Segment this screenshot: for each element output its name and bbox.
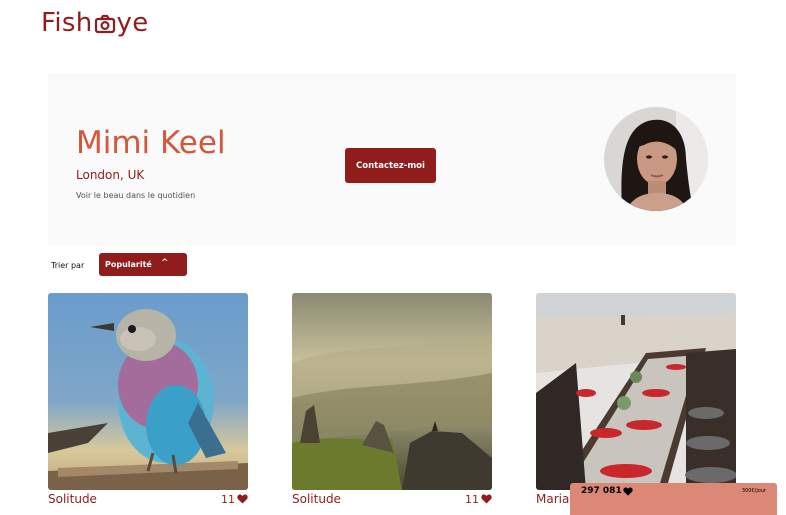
photographer-name: Mimi Keel	[76, 125, 226, 161]
logo-text-ye: ye	[116, 8, 149, 38]
contact-button[interactable]: Contactez-moi	[345, 148, 436, 183]
media-title: Solitude	[292, 492, 341, 506]
heart-icon	[623, 486, 633, 496]
stats-bar: 297 081 300€/jour	[570, 483, 777, 515]
heart-icon[interactable]	[481, 494, 492, 504]
media-likes: 11	[465, 493, 492, 506]
avatar	[604, 107, 708, 211]
total-likes: 297 081	[581, 486, 633, 496]
fisheye-logo[interactable]: Fish ye	[41, 8, 149, 38]
chevron-up-icon: ^	[161, 258, 169, 268]
sort-selected-value: Popularité	[105, 260, 152, 269]
photographer-header: Mimi Keel London, UK Voir le beau dans l…	[48, 73, 736, 245]
media-title: Solitude	[48, 492, 97, 506]
media-likes-count: 11	[465, 492, 479, 506]
heart-icon[interactable]	[237, 494, 248, 504]
media-card[interactable]: Mariag	[536, 293, 736, 506]
media-likes-count: 11	[221, 492, 235, 506]
sort-label: Trier par	[51, 261, 85, 270]
photographer-location: London, UK	[76, 168, 145, 182]
camera-icon	[94, 11, 116, 35]
media-card[interactable]: Solitude 11	[292, 293, 492, 506]
sort-dropdown[interactable]: Popularité ^	[99, 253, 187, 276]
media-thumbnail[interactable]	[536, 293, 736, 490]
media-card[interactable]: Solitude 11	[48, 293, 248, 506]
total-likes-count: 297 081	[581, 486, 622, 496]
media-likes: 11	[221, 493, 248, 506]
daily-price: 300€/jour	[741, 488, 766, 494]
logo-text-fish: Fish	[41, 8, 93, 38]
photographer-tagline: Voir le beau dans le quotidien	[76, 191, 196, 200]
media-thumbnail[interactable]	[292, 293, 492, 490]
media-thumbnail[interactable]	[48, 293, 248, 490]
